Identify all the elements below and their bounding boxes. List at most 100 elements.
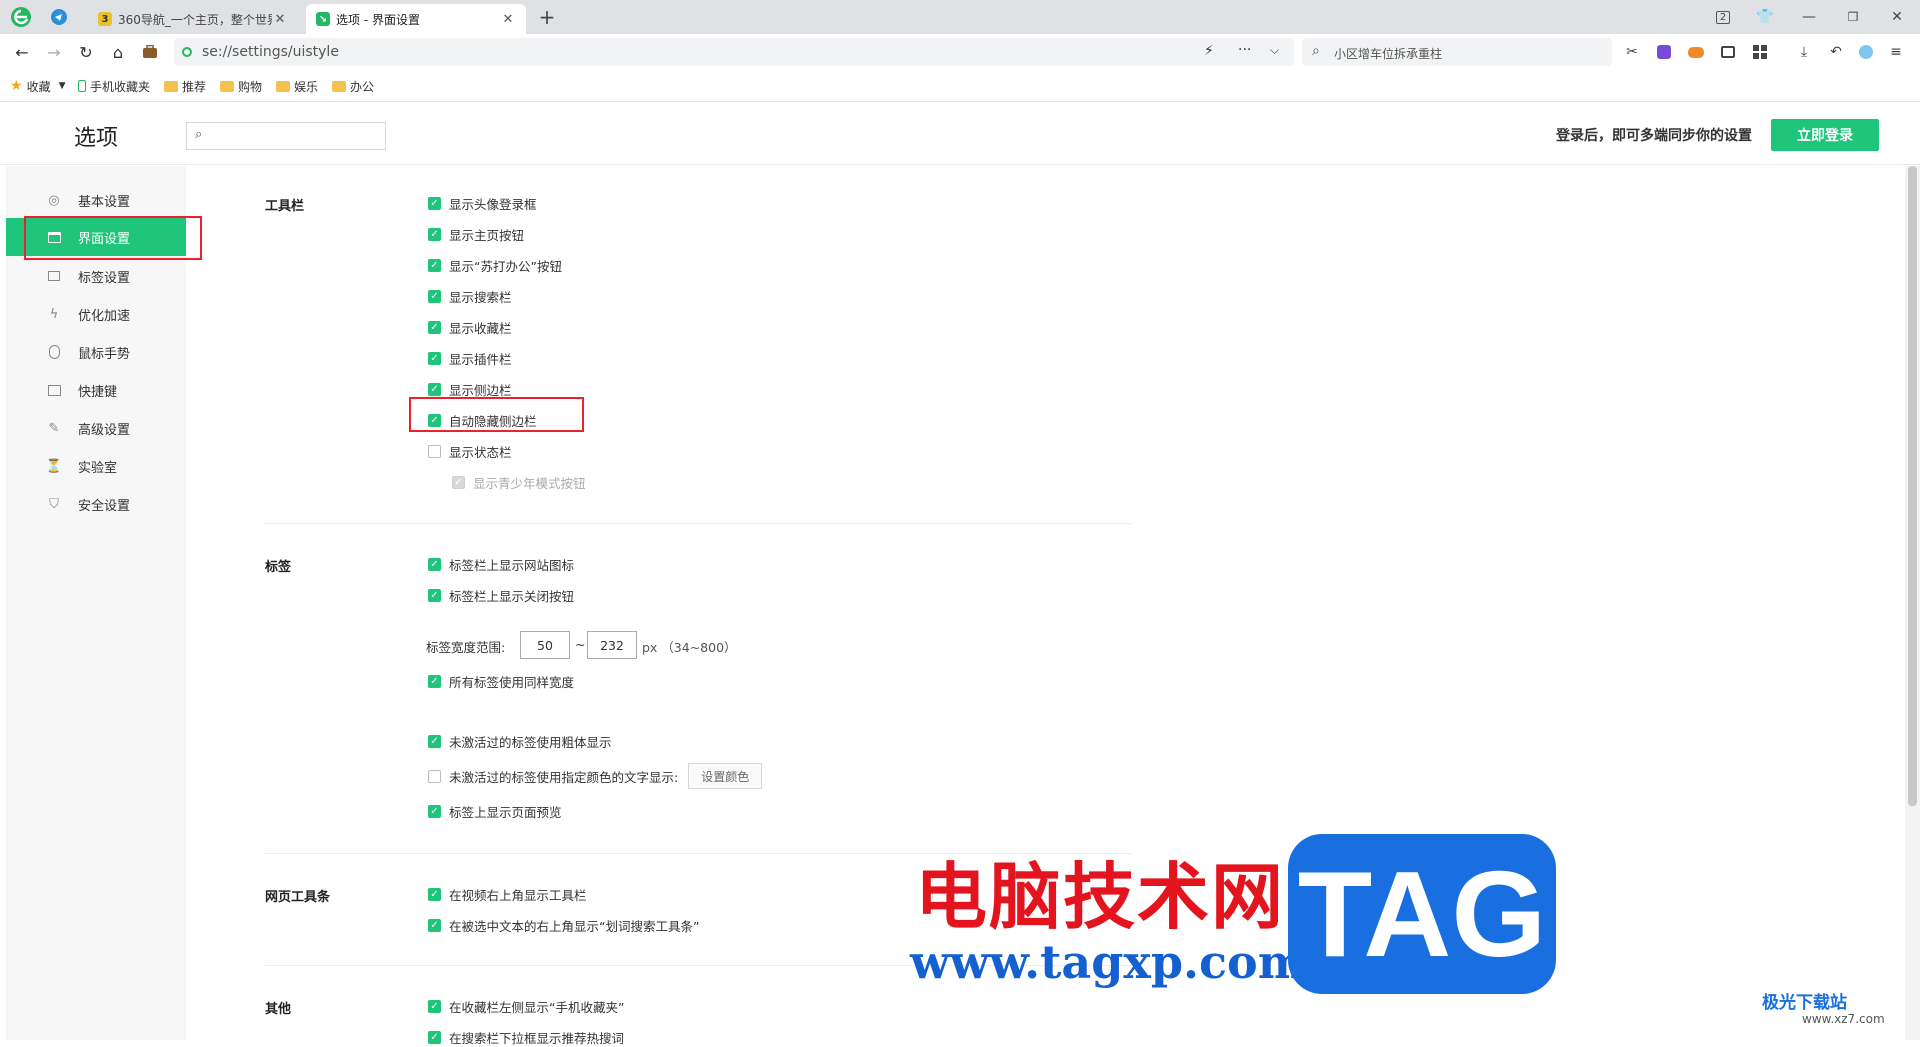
checkbox-checked-icon[interactable]: ✓: [428, 382, 441, 396]
folder-icon: [220, 80, 234, 92]
more-icon[interactable]: ···: [1238, 42, 1251, 58]
screen-icon[interactable]: [1718, 42, 1738, 62]
checkbox-show-home[interactable]: ✓ 显示主页按钮: [428, 226, 524, 243]
range-separator: ~: [575, 637, 586, 652]
checkbox-checked-icon[interactable]: ✓: [428, 918, 441, 932]
checkbox-show-statusbar[interactable]: 显示状态栏: [428, 443, 512, 460]
checkbox-bold-inactive[interactable]: ✓ 未激活过的标签使用粗体显示: [428, 733, 612, 750]
highlight-box-autohide: [409, 397, 584, 432]
checkbox-video-toolbar[interactable]: ✓ 在视频右上角显示工具栏: [428, 886, 587, 903]
undo-icon[interactable]: ↶: [1826, 42, 1846, 62]
download-icon[interactable]: ⤓: [1794, 42, 1814, 62]
bookmark-favorites[interactable]: ★ 收藏 ▼: [10, 78, 66, 94]
scissors-icon[interactable]: ✂: [1622, 42, 1642, 62]
telegram-icon[interactable]: [50, 8, 68, 26]
checkbox-show-soda[interactable]: ✓ 显示“苏打办公”按钮: [428, 257, 562, 274]
scrollbar-thumb[interactable]: [1908, 166, 1917, 806]
lightning-icon[interactable]: ⚡: [1204, 43, 1214, 59]
bookmark-folder-recommend[interactable]: 推荐: [164, 78, 206, 94]
checkbox-checked-icon[interactable]: ✓: [428, 887, 441, 901]
tab-360-nav[interactable]: 3 360导航_一个主页，整个世界 ✕: [88, 4, 298, 34]
checkbox-disabled-icon: ✓: [452, 475, 465, 489]
checkbox-checked-icon[interactable]: ✓: [428, 999, 441, 1013]
bookmark-folder-entertainment[interactable]: 娱乐: [276, 78, 318, 94]
search-box[interactable]: ⌕ 小区增车位拆承重柱: [1302, 38, 1612, 66]
checkbox-show-favorites[interactable]: ✓ 显示收藏栏: [428, 319, 512, 336]
tab-width-min-input[interactable]: 50: [520, 631, 570, 659]
checkbox-checked-icon[interactable]: ✓: [428, 258, 441, 272]
close-window-icon[interactable]: ✕: [1888, 8, 1906, 26]
refresh-icon[interactable]: ↻: [76, 42, 96, 62]
tab-settings[interactable]: ↘ 选项 - 界面设置 ✕: [306, 4, 526, 34]
checkbox-hot-search[interactable]: ✓ 在搜索栏下拉框显示推荐热搜词: [428, 1029, 624, 1046]
checkbox-unchecked-icon[interactable]: [428, 769, 441, 783]
checkbox-checked-icon[interactable]: ✓: [428, 1030, 441, 1044]
checkbox-checked-icon[interactable]: ✓: [428, 674, 441, 688]
checkbox-checked-icon[interactable]: ✓: [428, 289, 441, 303]
apps-grid-icon[interactable]: [1750, 42, 1770, 62]
restore-icon[interactable]: ❐: [1844, 8, 1862, 26]
dropdown-arrow-icon[interactable]: ▼: [59, 81, 66, 91]
bookmark-folder-shopping[interactable]: 购物: [220, 78, 262, 94]
minimize-icon[interactable]: —: [1800, 8, 1818, 26]
address-text[interactable]: se://settings/uistyle: [202, 44, 339, 60]
address-bar[interactable]: se://settings/uistyle ⚡ ··· ⌵: [174, 38, 1294, 66]
checkbox-checked-icon[interactable]: ✓: [428, 557, 441, 571]
checkbox-checked-icon[interactable]: ✓: [428, 320, 441, 334]
menu-icon[interactable]: ≡: [1886, 42, 1906, 62]
360-icon: 3: [98, 12, 112, 26]
forward-icon[interactable]: →: [44, 42, 64, 62]
checkbox-tab-close[interactable]: ✓ 标签栏上显示关闭按钮: [428, 587, 574, 604]
extension-purple-icon[interactable]: [1654, 42, 1674, 62]
tab-count-badge[interactable]: 2: [1714, 8, 1732, 26]
checkbox-checked-icon[interactable]: ✓: [428, 196, 441, 210]
sidebar-item-tabs[interactable]: 标签设置: [6, 257, 186, 295]
back-icon[interactable]: ←: [12, 42, 32, 62]
section-divider: [265, 523, 1131, 524]
login-button[interactable]: 立即登录: [1771, 119, 1879, 151]
sidebar-item-shortcuts[interactable]: 快捷键: [6, 371, 186, 409]
scrollbar[interactable]: [1905, 166, 1920, 1040]
sidebar-item-optimize[interactable]: ϟ 优化加速: [6, 295, 186, 333]
sidebar-item-mouse[interactable]: 鼠标手势: [6, 333, 186, 371]
checkbox-checked-icon[interactable]: ✓: [428, 734, 441, 748]
sidebar-item-lab[interactable]: ⏳ 实验室: [6, 447, 186, 485]
checkbox-same-width[interactable]: ✓ 所有标签使用同样宽度: [428, 673, 574, 690]
checkbox-show-search[interactable]: ✓ 显示搜索栏: [428, 288, 512, 305]
checkbox-show-sidebar[interactable]: ✓ 显示侧边栏: [428, 381, 512, 398]
close-icon[interactable]: ✕: [272, 12, 288, 27]
checkbox-checked-icon[interactable]: ✓: [428, 804, 441, 818]
checkbox-checked-icon[interactable]: ✓: [428, 351, 441, 365]
checkbox-checked-icon[interactable]: ✓: [428, 588, 441, 602]
chevron-down-icon[interactable]: ⌵: [1270, 43, 1279, 58]
sidebar-item-security[interactable]: ⛉ 安全设置: [6, 485, 186, 523]
home-icon[interactable]: ⌂: [108, 42, 128, 62]
game-controller-icon[interactable]: [1686, 42, 1706, 62]
section-title-webtoolbar: 网页工具条: [265, 890, 331, 905]
browser-logo-icon[interactable]: [10, 6, 32, 28]
settings-search-input[interactable]: ⌕: [186, 122, 386, 150]
close-icon[interactable]: ✕: [500, 12, 516, 27]
checkbox-show-plugins[interactable]: ✓ 显示插件栏: [428, 350, 512, 367]
shirt-skin-icon[interactable]: 👕: [1756, 8, 1774, 26]
checkbox-checked-icon[interactable]: ✓: [428, 227, 441, 241]
checkbox-show-avatar[interactable]: ✓ 显示头像登录框: [428, 195, 537, 212]
set-color-button[interactable]: 设置颜色: [688, 763, 763, 789]
cloud-icon[interactable]: [1856, 42, 1876, 62]
checkbox-page-preview[interactable]: ✓ 标签上显示页面预览: [428, 803, 562, 820]
briefcase-icon[interactable]: [140, 42, 160, 62]
search-icon: ⌕: [195, 127, 203, 142]
bookmark-folder-office[interactable]: 办公: [332, 78, 374, 94]
checkbox-selection-toolbar[interactable]: ✓ 在被选中文本的右上角显示“划词搜索工具条”: [428, 917, 699, 934]
search-text[interactable]: 小区增车位拆承重柱: [1334, 45, 1442, 62]
sidebar-item-basic[interactable]: ◎ 基本设置: [6, 181, 186, 219]
new-tab-button[interactable]: +: [538, 5, 556, 29]
folder-icon: [332, 80, 346, 92]
checkbox-unchecked-icon[interactable]: [428, 444, 441, 458]
tab-width-max-input[interactable]: 232: [587, 631, 637, 659]
checkbox-mobile-favorites[interactable]: ✓ 在收藏栏左侧显示“手机收藏夹”: [428, 998, 624, 1015]
bookmark-mobile[interactable]: 手机收藏夹: [78, 78, 150, 94]
sidebar-item-advanced[interactable]: ✎ 高级设置: [6, 409, 186, 447]
checkbox-tab-favicon[interactable]: ✓ 标签栏上显示网站图标: [428, 556, 574, 573]
checkbox-color-inactive[interactable]: 未激活过的标签使用指定颜色的文字显示: 设置颜色: [428, 763, 763, 789]
